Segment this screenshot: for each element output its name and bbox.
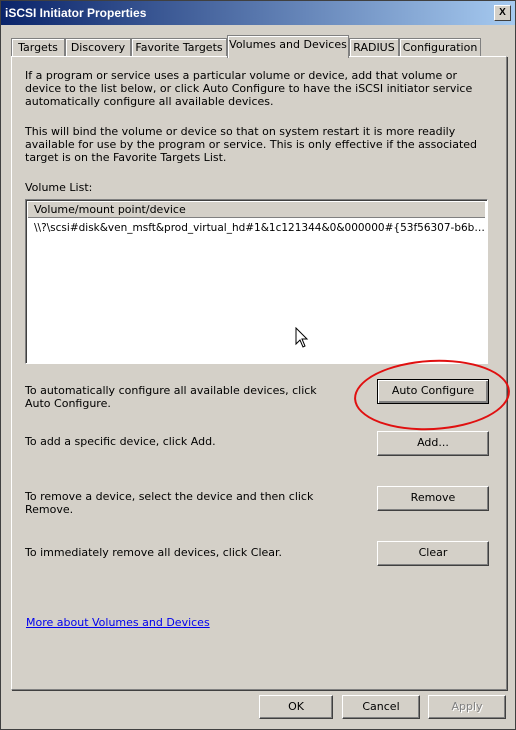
title-bar[interactable]: iSCSI Initiator Properties X xyxy=(1,1,515,25)
volume-list-label: Volume List: xyxy=(25,181,93,194)
add-description: To add a specific device, click Add. xyxy=(25,435,216,448)
tab-configuration[interactable]: Configuration xyxy=(399,38,481,57)
close-button[interactable]: X xyxy=(494,5,511,21)
clear-description: To immediately remove all devices, click… xyxy=(25,546,283,559)
add-button[interactable]: Add... xyxy=(377,431,489,456)
cancel-button[interactable]: Cancel xyxy=(342,695,420,719)
tab-discovery[interactable]: Discovery xyxy=(65,38,131,57)
intro-paragraph-1: If a program or service uses a particula… xyxy=(25,69,473,108)
column-header-volume[interactable]: Volume/mount point/device xyxy=(28,202,485,218)
tab-volumes-and-devices[interactable]: Volumes and Devices xyxy=(227,35,349,58)
remove-description: To remove a device, select the device an… xyxy=(25,490,314,516)
remove-button[interactable]: Remove xyxy=(377,486,489,511)
clear-button[interactable]: Clear xyxy=(377,541,489,566)
volume-list[interactable]: Volume/mount point/device \\?\scsi#disk&… xyxy=(25,199,488,364)
tab-favorite-targets[interactable]: Favorite Targets xyxy=(131,38,227,57)
ok-button-footer[interactable]: OK xyxy=(259,695,333,719)
tab-radius[interactable]: RADIUS xyxy=(349,38,399,57)
list-item[interactable]: \\?\scsi#disk&ven_msft&prod_virtual_hd#1… xyxy=(28,221,485,235)
auto-configure-description: To automatically configure all available… xyxy=(25,384,317,410)
mouse-cursor-icon xyxy=(295,326,309,352)
help-link[interactable]: More about Volumes and Devices xyxy=(26,616,210,629)
tab-targets[interactable]: Targets xyxy=(11,38,65,57)
apply-button[interactable]: Apply xyxy=(428,695,506,719)
intro-paragraph-2: This will bind the volume or device so t… xyxy=(25,125,478,164)
window-title: iSCSI Initiator Properties xyxy=(5,6,147,20)
